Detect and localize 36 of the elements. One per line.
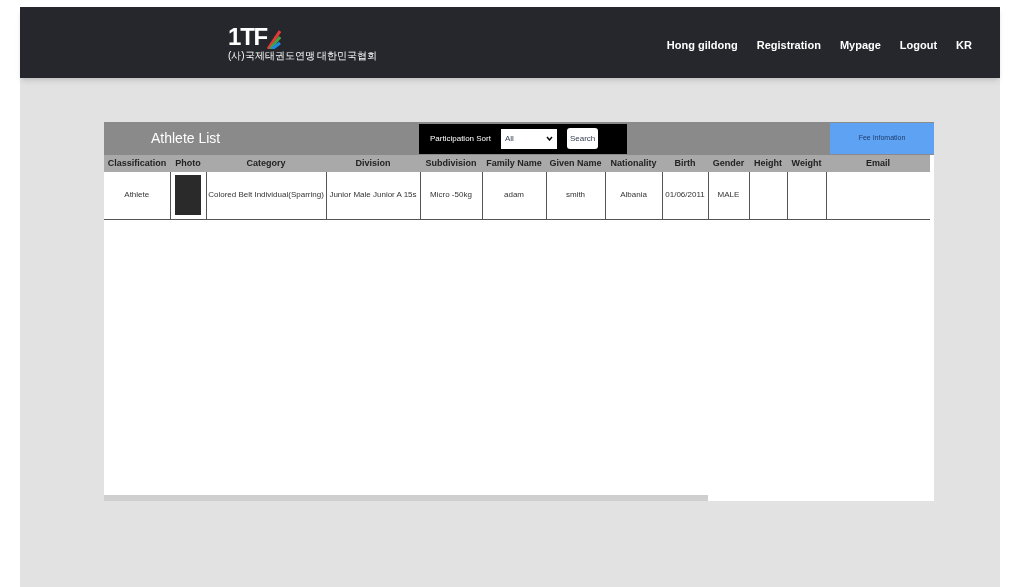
search-button[interactable]: Search xyxy=(566,128,599,149)
column-header: Subdivision xyxy=(420,155,482,172)
table-cell: Albania xyxy=(620,190,647,200)
nav-link[interactable]: Mypage xyxy=(839,37,881,54)
column-header: Division xyxy=(326,155,420,172)
column-header: Category xyxy=(206,155,326,172)
column-header: Height xyxy=(749,155,787,172)
sort-select[interactable]: All xyxy=(500,128,557,149)
column-header: Weight xyxy=(787,155,826,172)
column-header: Birth xyxy=(662,155,708,172)
panel-title: Athlete List xyxy=(151,129,222,148)
column-header: Nationality xyxy=(605,155,662,172)
column-header: Classification xyxy=(104,155,170,172)
column-header: Photo xyxy=(170,155,206,172)
table-cell: Colored Belt Individual(Sparring) xyxy=(208,190,324,200)
logo-subtitle: (사)국제태권도연맹 대한민국협회 xyxy=(228,50,378,61)
table-cell: MALE xyxy=(717,190,740,200)
column-header: Family Name xyxy=(482,155,546,172)
chevron-down-icon xyxy=(545,136,553,141)
logo-mark-icon xyxy=(267,28,282,49)
column-header: Email xyxy=(826,155,930,172)
photo-placeholder xyxy=(175,175,201,216)
nav-link[interactable]: Registration xyxy=(756,37,821,54)
table-cell: adam xyxy=(504,190,524,200)
table-cell: Micro -50kg xyxy=(430,190,472,200)
column-header: Given Name xyxy=(546,155,605,172)
logo[interactable]: 1TF xyxy=(228,24,282,49)
table-cell: Athlete xyxy=(124,190,150,200)
sort-label: Participation Sort xyxy=(430,132,491,145)
table-cell: smith xyxy=(565,190,586,200)
table-cell: Junior Male Junior A 15s xyxy=(329,190,417,200)
nav-link[interactable]: Hong gildong xyxy=(666,37,738,54)
nav-link[interactable]: KR xyxy=(956,37,972,54)
table-cell: 01/06/2011 xyxy=(665,190,705,200)
column-header: Gender xyxy=(708,155,749,172)
nav-link[interactable]: Logout xyxy=(899,37,938,54)
